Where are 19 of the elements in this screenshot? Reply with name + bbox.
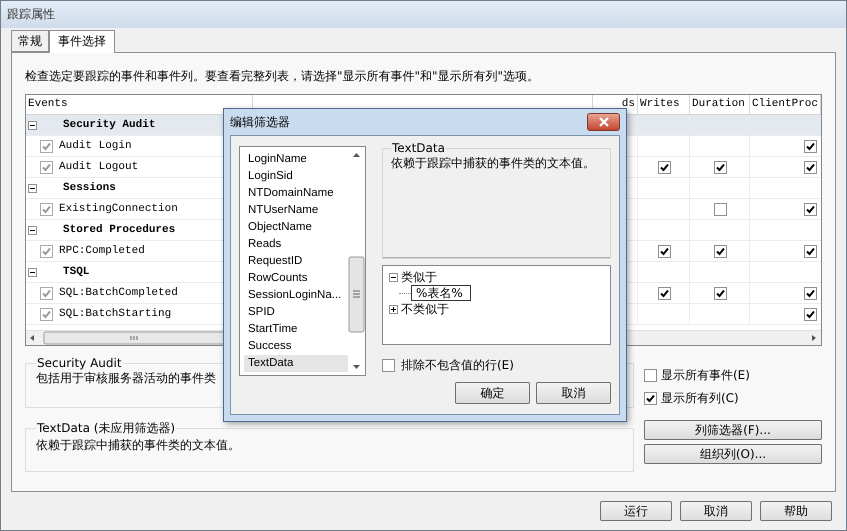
instruction-text: 检查选定要跟踪的事件和事件列。要查看完整列表，请选择"显示所有事件"和"显示所有列"选项。 (25, 68, 540, 85)
description-text: 包括用于审核服务器活动的事件类 (36, 370, 217, 387)
event-label: ExistingConnection (59, 203, 178, 215)
group-title: TextData (未应用筛选器) (36, 420, 176, 437)
category-label: Security Audit (63, 119, 156, 131)
event-label: SQL:BatchCompleted (59, 287, 178, 299)
event-label: SQL:BatchStarting (59, 308, 172, 320)
event-label: RPC:Completed (59, 245, 145, 257)
dialog-title: 编辑筛选器 (230, 114, 290, 130)
description-text: 依赖于跟踪中捕获的事件类的文本值。 (391, 155, 596, 172)
window-title: 跟踪属性 (7, 6, 55, 23)
category-label: Sessions (63, 182, 116, 194)
event-label: Audit Logout (59, 161, 138, 173)
group-title: TextData (391, 141, 446, 155)
category-label: Stored Procedures (63, 224, 176, 236)
group-title: Security Audit (36, 356, 123, 370)
description-text: 依赖于跟踪中捕获的事件类的文本值。 (36, 437, 241, 454)
category-label: TSQL (63, 266, 90, 278)
event-label: Audit Login (59, 140, 132, 152)
